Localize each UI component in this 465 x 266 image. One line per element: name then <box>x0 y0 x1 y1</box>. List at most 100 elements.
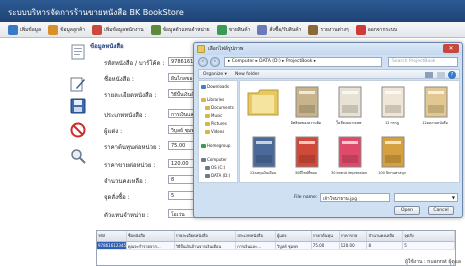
menu-item[interactable]: ขายสินค้า <box>215 23 253 36</box>
search-input[interactable]: Search ProjectBook <box>388 57 458 67</box>
column-header[interactable]: จำนวนคงเหลือ <box>367 231 404 241</box>
book-cover-thumbnail[interactable] <box>418 85 452 119</box>
book-cover-thumbnail[interactable] <box>246 135 280 169</box>
nav-pane-item[interactable]: DATA (D:) <box>205 173 230 178</box>
column-header[interactable]: รหัส <box>97 231 127 241</box>
table-cell: 120.00 <box>340 242 368 249</box>
book-cover-thumbnail[interactable] <box>289 85 323 119</box>
menu-item-label: รายงานต่างๆ <box>320 26 349 33</box>
menu-item[interactable]: ข้อมูลลูกค้า <box>46 23 87 36</box>
view-options-icon[interactable] <box>425 72 433 78</box>
folder-icon[interactable] <box>246 85 280 119</box>
menu-item[interactable]: เพิ่มข้อมูล <box>6 23 43 36</box>
column-header[interactable]: ราคาขาย <box>340 231 368 241</box>
column-header[interactable]: ประเภทหนังสือ <box>236 231 276 241</box>
table-cell: 8 <box>367 242 404 249</box>
cancel-button[interactable]: Cancel <box>428 206 454 215</box>
nav-item-label: Pictures <box>211 121 227 126</box>
table-header: รหัส ชื่อหนังสือ รายละเอียดหนังสือ ประเภทหน… <box>97 231 455 242</box>
book-cover-thumbnail[interactable] <box>375 85 409 119</box>
books-table[interactable]: รหัส ชื่อหนังสือ รายละเอียดหนังสือ ประเภทหน… <box>96 230 456 266</box>
edit-icon[interactable] <box>70 76 86 92</box>
nav-pane-item[interactable]: Documents <box>205 105 234 110</box>
column-header[interactable]: จุดสั่ง <box>403 231 455 241</box>
field-label: ผู้แต่ง : <box>104 128 123 135</box>
table-cell: การเงินและ... <box>236 242 276 249</box>
file-name-input[interactable]: เจ้าโจนาธาน.jpg <box>320 193 390 202</box>
supplier-icon <box>150 24 161 35</box>
menu-item[interactable]: สั่งซื้อ/รับสินค้า <box>255 23 303 36</box>
nav-item-icon <box>205 129 210 134</box>
form-header: ข้อมูลหนังสือ <box>90 43 124 50</box>
nav-item-icon <box>205 165 210 170</box>
column-header[interactable]: ผู้แต่ง <box>276 231 312 241</box>
save-icon[interactable] <box>70 98 86 114</box>
menu-item-label: ข้อมูลลูกค้า <box>60 26 86 33</box>
field-label: ตัวแทนจำหน่าย : <box>104 212 149 219</box>
file-type-select[interactable]: ▼ <box>394 193 458 202</box>
preview-pane-icon[interactable] <box>437 72 445 78</box>
delete-icon[interactable] <box>70 122 86 138</box>
menu-item[interactable]: รายงานต่างๆ <box>306 23 350 36</box>
menu-item[interactable]: ข้อมูลตัวแทนจำหน่าย <box>149 23 212 36</box>
open-button[interactable]: Open <box>394 206 420 215</box>
back-icon[interactable]: ‹ <box>198 57 208 67</box>
address-path[interactable]: ▸ Computer ▸ DATA (D:) ▸ ProjectBook ▸ <box>224 57 382 67</box>
book-icon <box>8 24 18 35</box>
command-bar: Organize ▾ New folder ? <box>198 69 460 79</box>
organize-button[interactable]: Organize ▾ <box>203 72 227 77</box>
nav-item-label: Videos <box>211 129 225 134</box>
nav-item-label: Homegroup <box>207 143 231 148</box>
nav-pane-item[interactable]: Music <box>205 113 222 118</box>
help-icon[interactable]: ? <box>448 71 456 79</box>
file-name-label: อิทธิพลของความคิด <box>290 121 322 125</box>
navigation-pane: Downloads Libraries Documents Music Pictures… <box>198 80 238 183</box>
book-cover-thumbnail[interactable] <box>332 85 366 119</box>
book-cover-thumbnail[interactable] <box>375 135 409 169</box>
file-name-label: 30 brand impression <box>330 171 368 175</box>
file-list: อิทธิพลของความคิด Jิ้งเลียงหนามเทพ 12 กรกฎ… <box>239 80 460 183</box>
nav-item-icon <box>201 84 206 89</box>
employee-icon <box>92 24 103 35</box>
folder-icon <box>197 45 205 53</box>
nav-pane-item[interactable]: Computer <box>201 157 227 162</box>
nav-pane-item[interactable]: Homegroup <box>201 143 230 148</box>
search-icon[interactable] <box>70 148 86 164</box>
nav-pane-item[interactable]: Libraries <box>201 97 224 102</box>
dialog-titlebar[interactable]: เลือกไฟล์รูปภาพ ✕ <box>194 43 462 55</box>
book-cover-thumbnail[interactable] <box>332 135 366 169</box>
field-label: จำนวนคงเหลือ : <box>104 178 147 185</box>
nav-item-label: OS (C:) <box>211 165 226 170</box>
nav-item-label: Documents <box>211 105 234 110</box>
table-row[interactable]: 9786161234567คุณจะร่ำรวยจาก...วิธีปั้นเง… <box>97 242 455 250</box>
forward-icon[interactable]: › <box>210 57 220 67</box>
dialog-title: เลือกไฟล์รูปภาพ <box>208 46 244 52</box>
nav-pane-item[interactable]: OS (C:) <box>205 165 225 170</box>
nav-pane-item[interactable]: Downloads <box>201 84 229 89</box>
chevron-down-icon: ▼ <box>451 195 455 200</box>
column-header[interactable]: รายละเอียดหนังสือ <box>175 231 237 241</box>
new-folder-button[interactable]: New folder <box>235 72 259 77</box>
nav-item-label: Computer <box>207 157 227 162</box>
menu-item[interactable]: ออกจากระบบ <box>354 23 400 36</box>
form-toolbar <box>64 38 90 180</box>
column-header[interactable]: ชื่อหนังสือ <box>127 231 175 241</box>
nav-pane-item[interactable]: Videos <box>205 129 224 134</box>
file-name-label: 12 กรกฎ <box>384 121 400 125</box>
menu-item[interactable]: เพิ่มข้อมูลพนักงาน <box>90 23 146 36</box>
field-label: ราคาต้นทุนต่อหน่วย : <box>104 144 161 151</box>
nav-item-icon <box>205 105 210 110</box>
new-record-icon[interactable] <box>70 44 86 60</box>
close-icon[interactable]: ✕ <box>443 44 459 53</box>
table-cell: วิธีปั้นเงินล้านจากเงินเดือน <box>175 242 237 249</box>
nav-pane-item[interactable]: Pictures <box>205 121 227 126</box>
menu-item-label: เพิ่มข้อมูล <box>20 26 42 33</box>
nav-item-label: Music <box>211 113 223 118</box>
file-name-label: 100 นิทานพาสนุก <box>378 171 406 175</box>
column-header[interactable]: ราคาต้นทุน <box>312 231 340 241</box>
table-cell: วิบูลย์ ชุมพร <box>276 242 312 249</box>
menu-item-label: ออกจากระบบ <box>367 26 398 33</box>
nav-item-label: DATA (D:) <box>211 173 231 178</box>
book-cover-thumbnail[interactable] <box>289 135 323 169</box>
users-icon <box>48 24 59 35</box>
